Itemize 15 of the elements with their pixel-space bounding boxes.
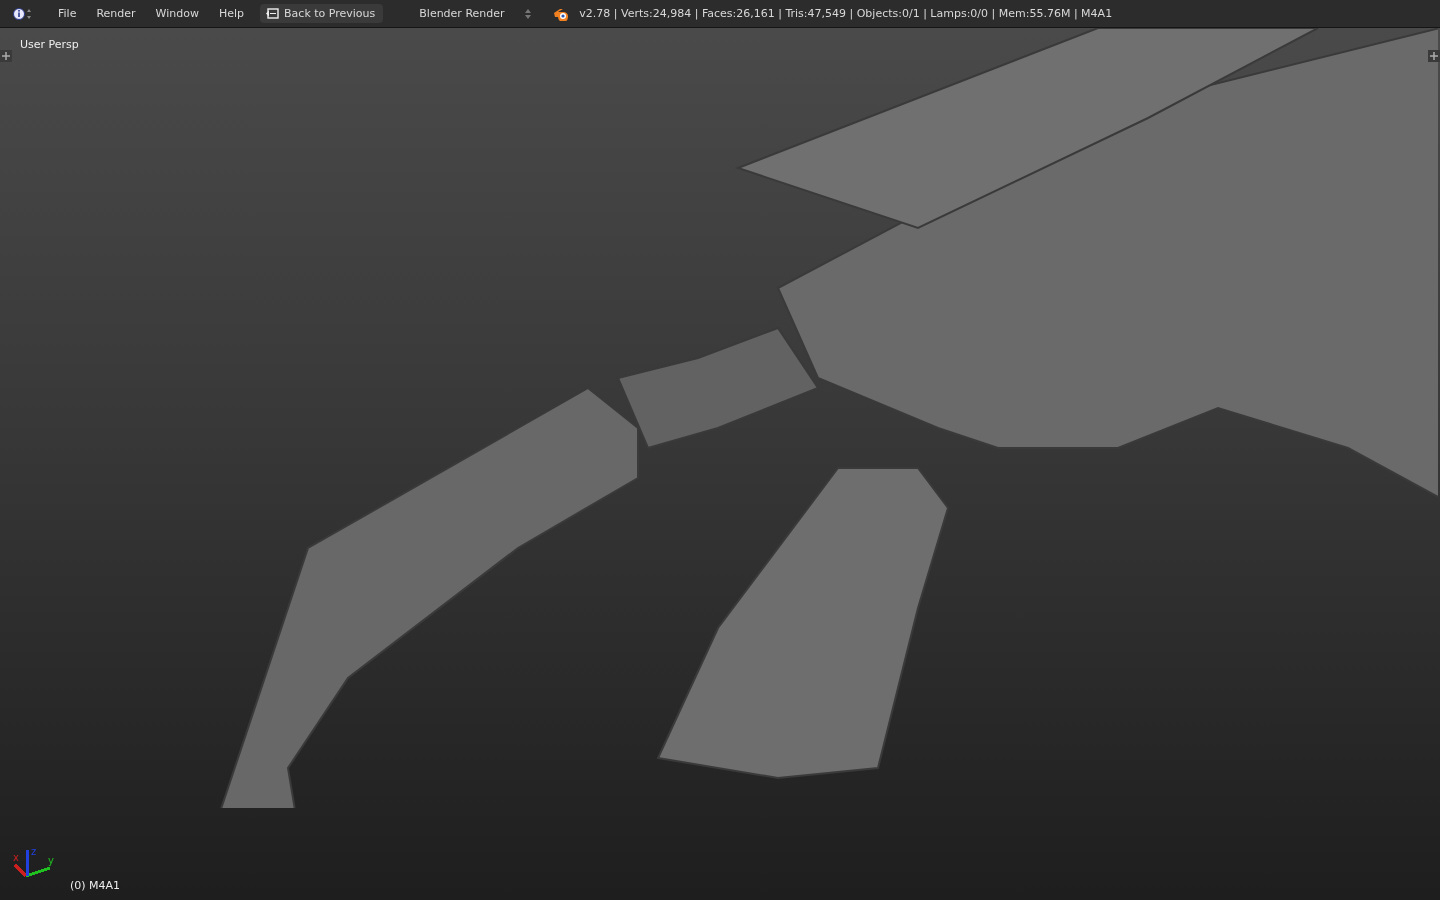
3d-viewport[interactable]: User Persp x y z (0) M4A1 <box>0 28 1440 900</box>
menu-item[interactable]: Help <box>208 7 255 20</box>
menu-item[interactable]: File <box>48 7 87 20</box>
info-icon <box>13 6 33 21</box>
menu-item[interactable]: Render <box>86 7 146 20</box>
back-screen-icon <box>265 8 280 19</box>
scene-statistics: v2.78 | Verts:24,984 | Faces:26,161 | Tris:47,549 | Objects:0/1 | Lamps:0/0 | Mem:55.76M | M4A1 <box>579 7 1113 20</box>
back-to-previous-button[interactable]: Back to Previous <box>260 4 384 23</box>
dropdown-arrows-icon <box>525 7 532 20</box>
menu-item[interactable]: Window <box>145 7 209 20</box>
expand-plus-icon[interactable] <box>1428 50 1440 62</box>
active-object-label: (0) M4A1 <box>70 879 121 892</box>
view-name-label: User Persp <box>20 38 79 51</box>
expand-plus-icon[interactable] <box>0 50 12 62</box>
blender-logo-icon <box>553 6 570 21</box>
